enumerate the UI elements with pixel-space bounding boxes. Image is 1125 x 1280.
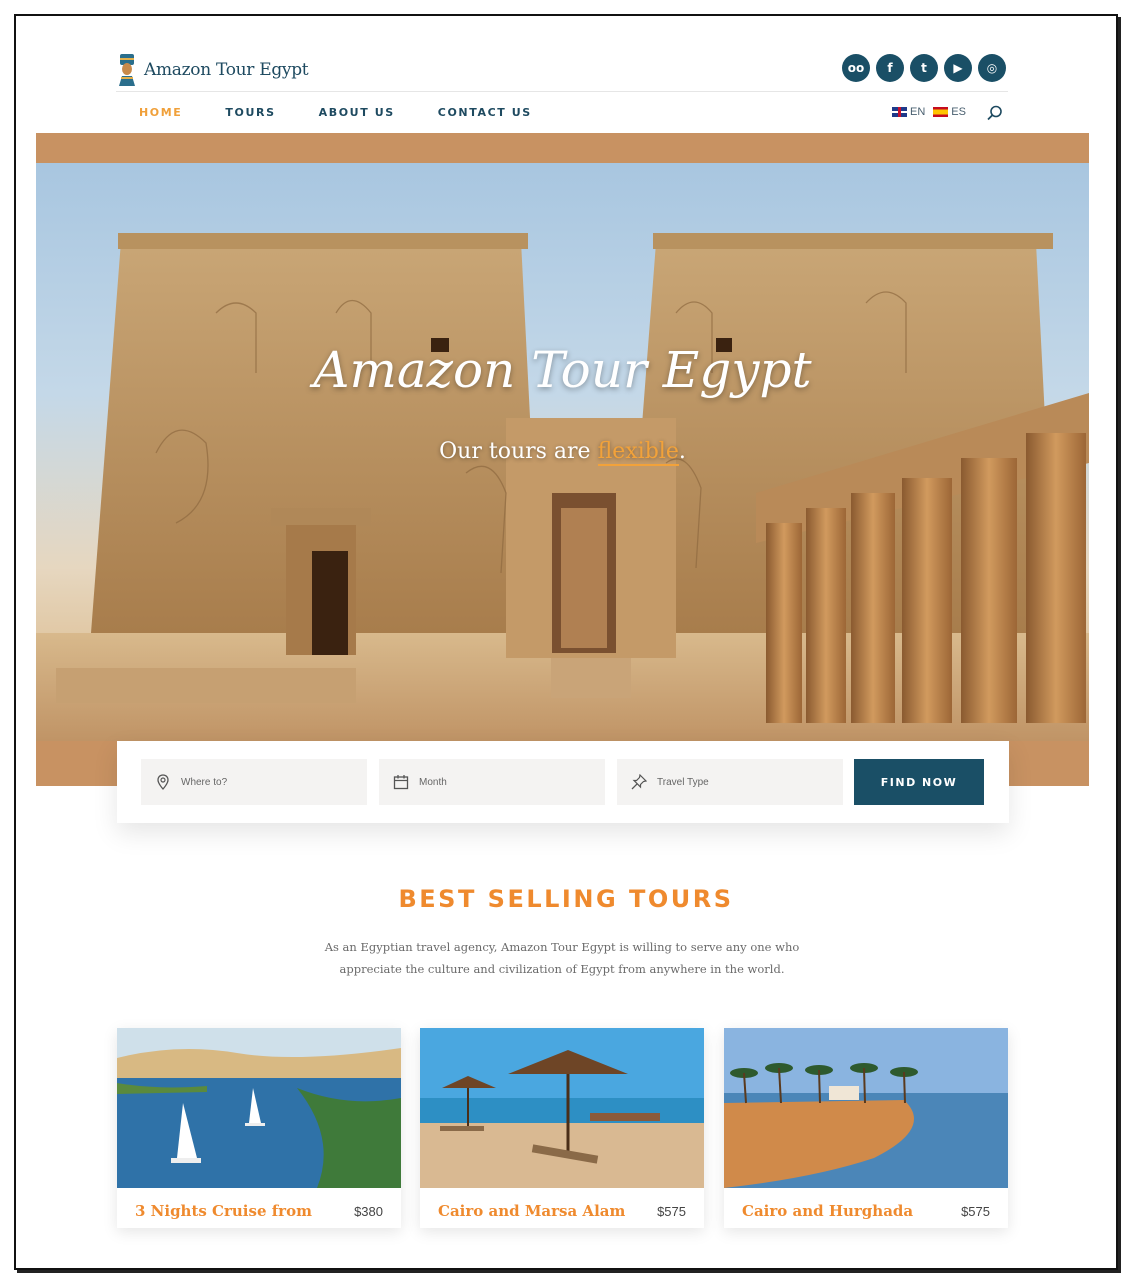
pushpin-icon xyxy=(631,774,647,790)
nav-tours[interactable]: TOURS xyxy=(225,106,275,119)
where-placeholder: Where to? xyxy=(181,776,228,788)
travel-type-placeholder: Travel Type xyxy=(657,776,709,788)
twitter-icon[interactable]: t xyxy=(910,54,938,82)
lang-es-label: ES xyxy=(951,106,966,118)
tour-card-title[interactable]: Cairo and Marsa Alam xyxy=(438,1202,625,1220)
language-switcher: EN ES xyxy=(892,106,966,118)
uk-flag-icon xyxy=(892,107,907,117)
nav-about-us[interactable]: ABOUT US xyxy=(319,106,395,119)
tour-card-cairo-hurghada[interactable]: Cairo and Hurghada $575 xyxy=(724,1028,1008,1228)
best-selling-title: BEST SELLING TOURS xyxy=(398,885,734,913)
brand-logo[interactable]: Amazon Tour Egypt xyxy=(116,54,309,86)
tour-card-price: $380 xyxy=(354,1204,383,1219)
hero-subtitle: Our tours are flexible. xyxy=(36,439,1089,466)
spain-flag-icon xyxy=(933,107,949,117)
hero-subtitle-suffix: . xyxy=(678,439,686,464)
lang-en[interactable]: EN xyxy=(892,106,925,118)
header-divider xyxy=(116,91,1008,92)
tour-card-title[interactable]: Cairo and Hurghada xyxy=(742,1202,913,1220)
location-pin-icon xyxy=(157,774,169,790)
description-line-1: As an Egyptian travel agency, Amazon Tou… xyxy=(324,940,800,954)
month-placeholder: Month xyxy=(419,776,447,788)
nav-home[interactable]: HOME xyxy=(139,106,182,119)
where-field[interactable]: Where to? xyxy=(141,759,367,805)
tour-card-cairo-marsa-alam[interactable]: Cairo and Marsa Alam $575 xyxy=(420,1028,704,1228)
tour-search-panel: Where to? Month Travel Type FIND NOW xyxy=(117,741,1009,823)
youtube-icon[interactable]: ▶ xyxy=(944,54,972,82)
hero-subtitle-prefix: Our tours are xyxy=(439,439,598,464)
best-selling-description: As an Egyptian travel agency, Amazon Tou… xyxy=(316,936,808,980)
tour-card-title[interactable]: 3 Nights Cruise from xyxy=(135,1202,312,1220)
facebook-icon[interactable]: f xyxy=(876,54,904,82)
hero-image: Amazon Tour Egypt Our tours are flexible… xyxy=(36,163,1089,741)
tour-card-nile-cruise[interactable]: 3 Nights Cruise from $380 xyxy=(117,1028,401,1228)
tripadvisor-icon[interactable]: oo xyxy=(842,54,870,82)
tour-card-price: $575 xyxy=(961,1204,990,1219)
calendar-icon xyxy=(393,775,409,790)
hurghada-beach-image xyxy=(724,1028,1008,1188)
find-now-button[interactable]: FIND NOW xyxy=(854,759,984,805)
lang-es[interactable]: ES xyxy=(933,106,966,118)
social-links: oo f t ▶ ◎ xyxy=(842,54,1006,82)
month-field[interactable]: Month xyxy=(379,759,605,805)
travel-type-field[interactable]: Travel Type xyxy=(617,759,843,805)
search-icon[interactable] xyxy=(986,104,1004,122)
marsa-alam-beach-image xyxy=(420,1028,704,1188)
brand-name: Amazon Tour Egypt xyxy=(144,60,309,80)
nile-cruise-image xyxy=(117,1028,401,1188)
description-line-2: appreciate the culture and civilization … xyxy=(339,962,785,976)
hero-subtitle-accent: flexible xyxy=(597,439,679,466)
main-nav: HOME TOURS ABOUT US CONTACT US xyxy=(139,106,575,119)
instagram-icon[interactable]: ◎ xyxy=(978,54,1006,82)
page-frame: Amazon Tour Egypt oo f t ▶ ◎ HOME TOURS … xyxy=(14,14,1118,1270)
hero-title: Amazon Tour Egypt xyxy=(313,341,812,399)
lang-en-label: EN xyxy=(910,106,926,118)
tour-card-price: $575 xyxy=(657,1204,686,1219)
nav-contact-us[interactable]: CONTACT US xyxy=(438,106,532,119)
nefertiti-logo-icon xyxy=(119,54,135,86)
